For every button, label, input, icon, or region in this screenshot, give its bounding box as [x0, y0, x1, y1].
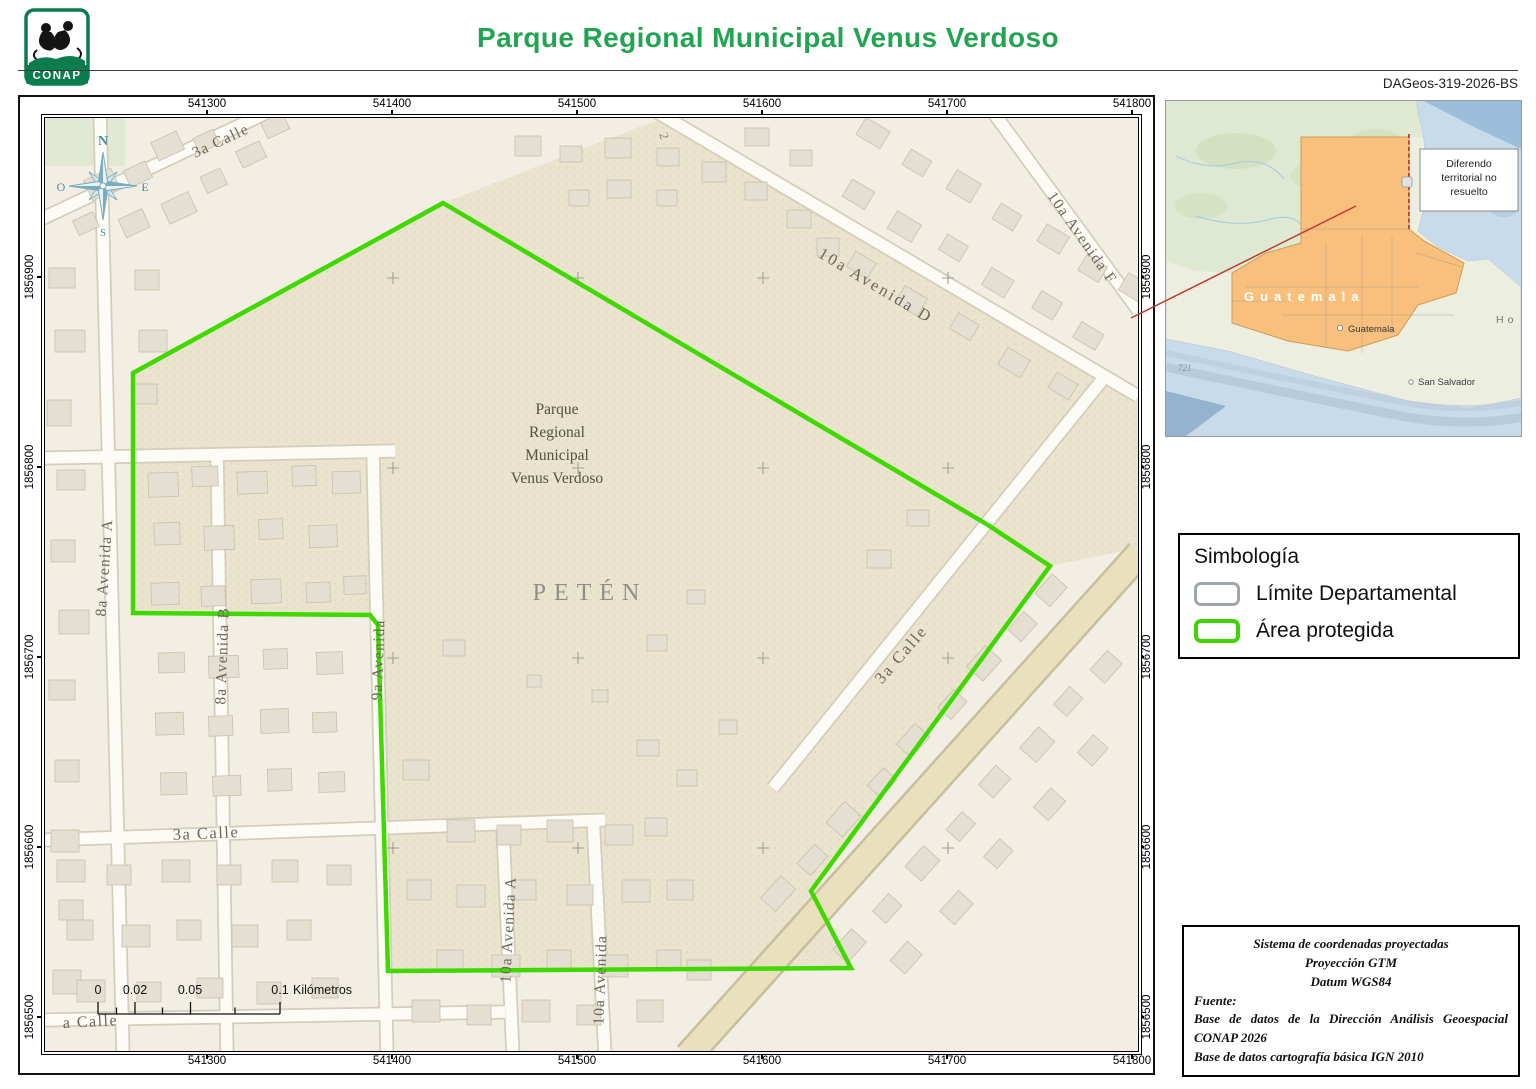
street-label-a-calle-partial: a Calle [62, 1012, 118, 1032]
logo-text: CONAP [32, 70, 81, 82]
document-id: DAGeos-319-2026-BS [1382, 76, 1518, 91]
honduras-partial-label: Ho [1496, 314, 1517, 326]
page-title: Parque Regional Municipal Venus Verdoso [477, 22, 1059, 53]
legend-label: Área protegida [1256, 619, 1394, 642]
coordinate-label: 1856800 [24, 444, 36, 490]
coordinate-label: 541800 [1112, 98, 1152, 110]
map-frame: 541300 541400 541500 541600 541700 54180… [18, 95, 1155, 1075]
credits-line: Fuente: [1194, 992, 1237, 1008]
belize-marker [1401, 176, 1413, 188]
svg-text:Diferendo: Diferendo [1446, 158, 1492, 170]
legend-item-area-protegida: Área protegida [1194, 619, 1504, 643]
legend-box: Simbología Límite Departamental Área pro… [1178, 533, 1520, 659]
coordinate-label: 541500 [557, 98, 597, 110]
svg-text:Municipal: Municipal [525, 447, 589, 464]
credits-line: Sistema de coordenadas proyectadas [1253, 936, 1449, 951]
svg-text:territorial no: territorial no [1441, 172, 1497, 184]
svg-text:Venus Verdoso: Venus Verdoso [511, 470, 604, 487]
vegetation-patch [45, 118, 125, 166]
coordinate-label: 1856900 [24, 254, 36, 300]
department-label: PETÉN [533, 580, 648, 606]
coordinate-label: 541300 [187, 98, 227, 110]
street-label-8a-avenida-b: 8a Avenida B [212, 607, 232, 705]
coordinate-label: 541700 [927, 98, 967, 110]
scale-tick-label: 0.1 [271, 983, 288, 997]
credits-line: Proyección GTM [1304, 954, 1398, 970]
city-dot [1336, 324, 1343, 331]
scale-tick-label: 0 [95, 983, 102, 997]
street-label-10a-avenida: 10a Avenida [590, 935, 610, 1026]
coordinate-label: 541400 [372, 98, 412, 110]
country-label: Guatemala [1244, 289, 1364, 304]
legend-swatch-area-protegida [1194, 619, 1240, 643]
credits-line: Base de datos cartografía básica IGN 201… [1194, 1049, 1424, 1065]
map-svg: 3a Calle 8a Avenida A 8a Avenida B 9a Av… [45, 118, 1138, 1051]
street-label-9a-avenida: 9a Avenida [369, 619, 389, 701]
credits-line: Datum WGS84 [1310, 973, 1392, 989]
svg-text:Regional: Regional [529, 424, 585, 441]
header-rule [18, 70, 1518, 71]
legend-item-limite: Límite Departamental [1194, 582, 1504, 606]
svg-text:Parque: Parque [535, 401, 578, 418]
coordinate-label: 1856500 [24, 994, 36, 1040]
compass-o: O [57, 180, 66, 194]
credits-line: Base de datos de la Dirección Análisis G… [1194, 1011, 1508, 1046]
legend-swatch-limite-departamental [1194, 582, 1240, 606]
coordinate-label: 541600 [742, 98, 782, 110]
svg-text:resuelto: resuelto [1450, 186, 1488, 198]
scale-tick-label: 0.02 [123, 983, 147, 997]
map-canvas: 3a Calle 8a Avenida A 8a Avenida B 9a Av… [44, 117, 1139, 1052]
legend-title: Simbología [1194, 545, 1300, 568]
credits-box: Sistema de coordenadas proyectadas Proye… [1182, 925, 1520, 1077]
city-label: Guatemala [1348, 324, 1395, 335]
san-salvador-label: San Salvador [1418, 377, 1475, 388]
page: { "header": { "logo": "CONAP", "title": … [0, 0, 1536, 1089]
compass-s: S [100, 228, 106, 239]
scale-unit-label: Kilómetros [293, 983, 352, 997]
legend-label: Límite Departamental [1256, 582, 1457, 605]
scale-tick-label: 0.05 [178, 983, 202, 997]
compass-n: N [98, 134, 108, 149]
street-label-3a-calle-mid: 3a Calle [172, 822, 239, 844]
coordinate-label: 1856600 [24, 824, 36, 870]
coordinate-label: 1856700 [24, 634, 36, 680]
compass-e: E [141, 180, 148, 194]
inset-locator-map: Diferendo territorial no resuelto Guatem… [1165, 100, 1525, 437]
depth-label: 721 [1178, 363, 1192, 373]
